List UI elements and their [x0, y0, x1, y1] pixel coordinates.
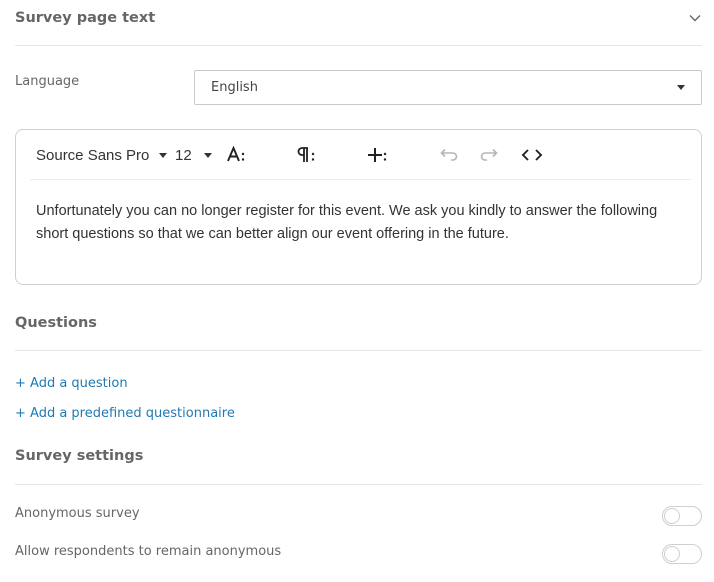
- survey-settings-title: Survey settings: [15, 448, 144, 464]
- language-selected-value: English: [211, 80, 258, 95]
- divider: [15, 350, 702, 351]
- toggle-knob: [664, 508, 680, 524]
- text-style-icon[interactable]: [227, 144, 247, 166]
- caret-down-icon: [677, 85, 685, 90]
- redo-icon[interactable]: [480, 144, 500, 166]
- questions-title: Questions: [15, 315, 97, 331]
- font-size-select[interactable]: 12: [175, 144, 212, 166]
- code-icon[interactable]: [521, 144, 543, 166]
- anonymous-survey-label: Anonymous survey: [15, 506, 140, 521]
- add-predefined-questionnaire-link[interactable]: + Add a predefined questionnaire: [15, 406, 235, 421]
- survey-page-text-title: Survey page text: [15, 10, 156, 26]
- chevron-down-icon[interactable]: [688, 11, 702, 25]
- rich-text-editor[interactable]: Source Sans Pro 12 Unfortunately you can…: [15, 129, 702, 285]
- font-family-select[interactable]: Source Sans Pro: [36, 144, 168, 166]
- toggle-knob: [664, 546, 680, 562]
- anonymous-survey-toggle[interactable]: [662, 506, 702, 526]
- divider: [15, 45, 702, 46]
- font-family-value: Source Sans Pro: [36, 146, 150, 164]
- language-label: Language: [15, 74, 80, 89]
- survey-page-text-header[interactable]: Survey page text: [15, 10, 702, 26]
- editor-toolbar: Source Sans Pro 12: [16, 130, 701, 179]
- editor-content[interactable]: Unfortunately you can no longer register…: [36, 200, 683, 246]
- add-question-link[interactable]: + Add a question: [15, 376, 128, 391]
- caret-down-icon: [203, 152, 212, 158]
- allow-anonymous-label: Allow respondents to remain anonymous: [15, 544, 282, 559]
- caret-down-icon: [159, 152, 168, 158]
- paragraph-icon[interactable]: [297, 144, 317, 166]
- undo-icon[interactable]: [438, 144, 458, 166]
- insert-icon[interactable]: [368, 144, 388, 166]
- survey-settings-header: Survey settings: [15, 448, 702, 464]
- font-size-value: 12: [175, 146, 192, 164]
- questions-header: Questions: [15, 315, 702, 331]
- divider: [15, 484, 702, 485]
- toolbar-divider: [30, 179, 691, 180]
- language-select[interactable]: English: [194, 70, 702, 105]
- allow-anonymous-toggle[interactable]: [662, 544, 702, 564]
